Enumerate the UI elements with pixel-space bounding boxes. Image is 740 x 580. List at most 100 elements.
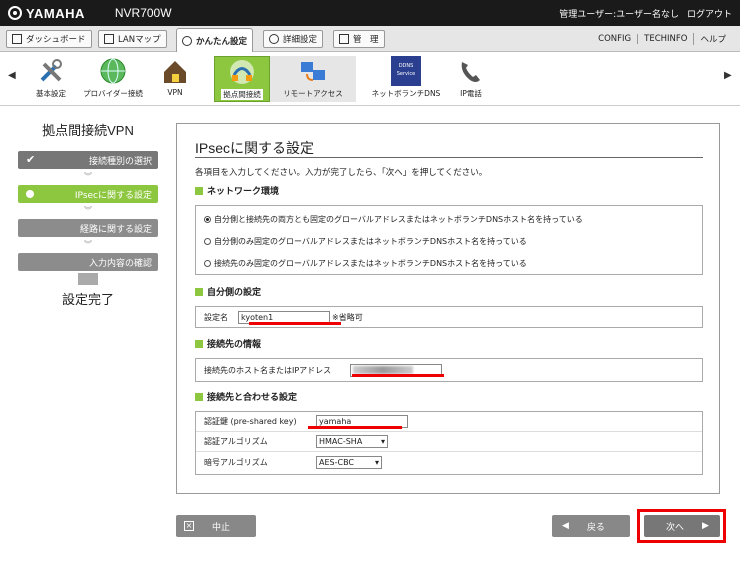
feature-netvolante-dns[interactable]: DDNS Service ネットボランチDNS (362, 56, 450, 102)
network-option-self-fixed[interactable]: 自分側のみ固定のグローバルアドレスまたはネットボランチDNSホスト名を持っている (196, 230, 702, 252)
feature-ip-phone[interactable]: IP電話 (440, 56, 502, 102)
wizard-finish-label: 設定完了 (61, 292, 114, 307)
auth-algorithm-label: 認証アルゴリズム (204, 437, 268, 446)
radio-selected-icon[interactable] (204, 215, 211, 223)
current-step-dot-icon (26, 190, 34, 198)
tab-management[interactable]: 管 理 (333, 30, 385, 48)
section-peer-heading-text: 接続先の情報 (207, 340, 262, 350)
wizard-step-route: 経路に関する設定 (18, 219, 158, 237)
tab-easy-setup-label: かんたん設定 (196, 36, 248, 47)
feature-basic-settings-label: 基本設定 (36, 89, 66, 98)
enc-algorithm-label: 暗号アルゴリズム (204, 457, 268, 467)
cancel-button[interactable]: × 中止 (176, 515, 256, 537)
next-button-highlight (637, 509, 726, 543)
yamaha-logo-icon (8, 6, 22, 20)
psk-row: 認証鍵 (pre-shared key) yamaha (196, 412, 702, 432)
peer-settings-box: 接続先のホスト名またはIPアドレス (195, 358, 703, 382)
feature-site-to-site[interactable]: 拠点間接続 (214, 56, 270, 102)
section-network-heading: ネットワーク環境 (195, 184, 279, 197)
ddns-icon: DDNS Service (391, 56, 421, 86)
wand-icon (182, 35, 192, 46)
highlight-underline (249, 322, 341, 325)
highlight-underline (352, 374, 444, 377)
match-settings-box: 認証鍵 (pre-shared key) yamaha 認証アルゴリズム HMA… (195, 411, 703, 475)
highlight-underline (308, 426, 402, 429)
feature-remote-access-label: リモートアクセス (283, 89, 343, 98)
site-link-icon (230, 60, 254, 84)
tab-management-label: 管 理 (353, 35, 379, 45)
network-option-label: 自分側と接続先の両方とも固定のグローバルアドレスまたはネットボランチDNSホスト… (214, 214, 583, 224)
tab-dashboard-label: ダッシュボード (26, 35, 86, 45)
network-option-peer-fixed[interactable]: 接続先のみ固定のグローバルアドレスまたはネットボランチDNSホスト名を持っている (196, 252, 702, 274)
setting-name-label: 設定名 (204, 312, 228, 322)
model-name: NVR700W (114, 6, 172, 20)
back-button-label: 戻る (586, 522, 605, 533)
feature-vpn[interactable]: VPN (144, 56, 206, 102)
auth-row: 認証アルゴリズム HMAC-SHA ▾ (196, 432, 702, 452)
network-option-both-fixed[interactable]: 自分側と接続先の両方とも固定のグローバルアドレスまたはネットボランチDNSホスト… (196, 208, 702, 230)
cancel-icon: × (184, 521, 194, 531)
wizard-title: 拠点間接続VPN (42, 123, 134, 138)
wizard-steps-panel: 拠点間接続VPN ✔ 接続種別の選択 ︾ IPsecに関する設定 ︾ 経路に関す… (18, 120, 158, 308)
scroll-left-icon[interactable]: ◀ (8, 70, 16, 81)
redacted-value (353, 366, 413, 374)
help-link[interactable]: ヘルプ (693, 33, 732, 45)
enc-algorithm-select[interactable]: AES-CBC ▾ (316, 455, 382, 469)
enc-algorithm-value: AES-CBC (319, 457, 355, 467)
tab-advanced-label: 詳細設定 (283, 35, 318, 45)
psk-label: 認証鍵 (pre-shared key) (204, 417, 297, 426)
wizard-step-label: 接続種別の選択 (88, 156, 152, 167)
tab-advanced[interactable]: 詳細設定 (263, 30, 324, 48)
radio-icon[interactable] (204, 259, 211, 267)
title-divider (195, 157, 703, 158)
feature-provider-label: プロバイダー接続 (83, 89, 143, 98)
feature-netvolante-dns-label: ネットボランチDNS (371, 89, 441, 98)
ddns-badge-text: DDNS Service (396, 63, 416, 77)
feature-site-to-site-label: 拠点間接続 (221, 89, 263, 100)
tab-dashboard[interactable]: ダッシュボード (6, 30, 92, 48)
feature-ip-phone-label: IP電話 (460, 89, 482, 98)
admin-user-label: 管理ユーザー:ユーザー名なし (559, 9, 679, 20)
chevron-down-icon: ▾ (374, 457, 379, 467)
feature-vpn-label: VPN (167, 88, 183, 97)
section-match-heading: 接続先と合わせる設定 (195, 390, 297, 403)
tab-lan-map[interactable]: LANマップ (98, 30, 167, 48)
section-match-heading-text: 接続先と合わせる設定 (207, 393, 298, 403)
radio-icon[interactable] (204, 237, 211, 245)
techinfo-link[interactable]: TECHINFO (637, 34, 693, 44)
logout-link[interactable]: ログアウト (687, 7, 732, 20)
wizard-step-connection-type: ✔ 接続種別の選択 (18, 151, 158, 169)
back-button[interactable]: ◀ 戻る (552, 515, 630, 537)
phone-icon (461, 62, 480, 82)
feature-basic-settings[interactable]: 基本設定 (20, 56, 82, 102)
page-title: IPsecに関する設定 (195, 140, 315, 156)
feature-provider[interactable]: プロバイダー接続 (82, 56, 144, 102)
network-option-label: 接続先のみ固定のグローバルアドレスまたはネットボランチDNSホスト名を持っている (214, 258, 527, 268)
feature-remote-access[interactable]: リモートアクセス (270, 56, 356, 102)
network-options-box: 自分側と接続先の両方とも固定のグローバルアドレスまたはネットボランチDNSホスト… (195, 205, 703, 275)
network-option-label: 自分側のみ固定のグローバルアドレスまたはネットボランチDNSホスト名を持っている (214, 236, 527, 246)
section-self-heading: 自分側の設定 (195, 285, 261, 298)
scroll-right-icon[interactable]: ▶ (724, 70, 732, 81)
check-icon: ✔ (26, 153, 36, 166)
top-bar: YAMAHA NVR700W 管理ユーザー:ユーザー名なし ログアウト (0, 0, 740, 26)
optional-note: ※省略可 (332, 312, 363, 322)
chevron-down-icon: ︾ (84, 206, 92, 215)
section-self-heading-text: 自分側の設定 (207, 288, 262, 298)
config-link[interactable]: CONFIG (592, 34, 637, 44)
brand-text: YAMAHA (26, 5, 85, 21)
auth-algorithm-select[interactable]: HMAC-SHA ▾ (316, 435, 388, 448)
section-network-heading-text: ネットワーク環境 (207, 187, 280, 197)
chevron-down-icon: ︾ (84, 240, 92, 249)
feature-strip: ◀ 基本設定 プロバイダー接続 VPN 拠点間接続 リモートアクセス DDNS … (0, 52, 740, 106)
arrow-left-icon: ◀ (562, 521, 569, 531)
remote-access-icon (301, 62, 325, 81)
globe-icon (100, 58, 126, 84)
yamaha-logo: YAMAHA (8, 6, 85, 21)
wrench-icon (339, 34, 349, 44)
cancel-button-label: 中止 (212, 522, 231, 533)
wizard-step-ipsec: IPsecに関する設定 (18, 185, 158, 203)
tab-easy-setup[interactable]: かんたん設定 (176, 28, 254, 52)
wizard-step-confirm: 入力内容の確認 (18, 253, 158, 271)
finish-arrow-icon (78, 273, 98, 285)
